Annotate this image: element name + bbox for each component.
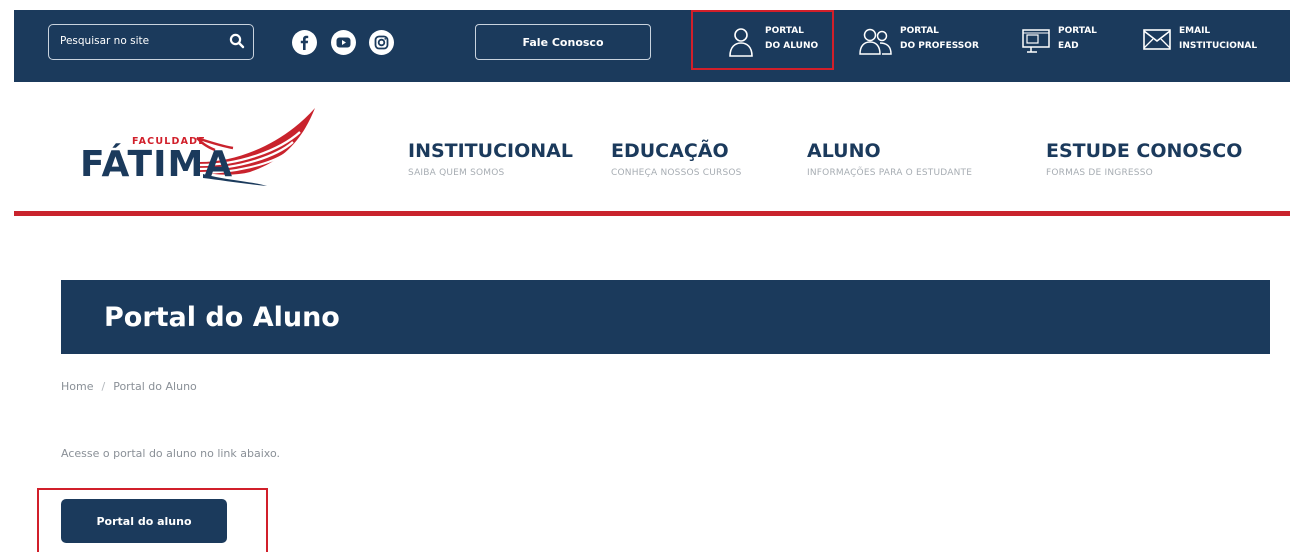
breadcrumb-home[interactable]: Home <box>61 380 93 393</box>
nav-educacao-subtitle: CONHEÇA NOSSOS CURSOS <box>611 168 742 178</box>
search-box[interactable]: Pesquisar no site <box>48 24 254 60</box>
youtube-icon[interactable] <box>331 30 356 55</box>
breadcrumb-current: Portal do Aluno <box>113 380 197 393</box>
page-title: Portal do Aluno <box>104 302 340 333</box>
fale-conosco-button[interactable]: Fale Conosco <box>475 24 651 60</box>
nav-aluno[interactable]: ALUNO INFORMAÇÕES PARA O ESTUDANTE <box>807 140 972 178</box>
portal-ead-line2: EAD <box>1058 41 1079 51</box>
email-line2: INSTITUCIONAL <box>1179 41 1258 51</box>
search-icon[interactable] <box>228 32 246 50</box>
header-divider <box>14 211 1290 216</box>
email-line1: EMAIL <box>1179 26 1211 36</box>
nav-aluno-title: ALUNO <box>807 140 881 162</box>
nav-institucional[interactable]: INSTITUCIONAL SAIBA QUEM SOMOS <box>408 140 573 178</box>
logo[interactable]: FACULDADE FÁTIMA <box>80 102 320 192</box>
intro-text: Acesse o portal do aluno no link abaixo. <box>61 447 280 460</box>
email-institucional-link[interactable]: EMAIL INSTITUCIONAL <box>1142 22 1280 66</box>
portal-ead-link[interactable]: PORTAL EAD <box>1021 22 1116 66</box>
breadcrumb: Home / Portal do Aluno <box>61 380 197 393</box>
professor-icon <box>859 28 892 55</box>
mail-icon <box>1143 29 1171 50</box>
page-title-banner: Portal do Aluno <box>61 280 1270 354</box>
nav-institucional-subtitle: SAIBA QUEM SOMOS <box>408 168 505 178</box>
portal-professor-link[interactable]: PORTAL DO PROFESSOR <box>859 22 994 66</box>
breadcrumb-separator: / <box>101 380 106 393</box>
portal-professor-line1: PORTAL <box>900 26 939 36</box>
portal-professor-line2: DO PROFESSOR <box>900 41 979 51</box>
top-bar: Pesquisar no site Fale Conosco PORTAL DO <box>14 10 1290 82</box>
portal-ead-line1: PORTAL <box>1058 26 1097 36</box>
search-input[interactable]: Pesquisar no site <box>60 35 149 47</box>
nav-educacao[interactable]: EDUCAÇÃO CONHEÇA NOSSOS CURSOS <box>611 140 742 178</box>
ead-icon <box>1022 29 1050 53</box>
nav-educacao-title: EDUCAÇÃO <box>611 140 729 162</box>
nav-aluno-subtitle: INFORMAÇÕES PARA O ESTUDANTE <box>807 168 973 178</box>
nav-estude-conosco-subtitle: FORMAS DE INGRESSO <box>1046 168 1153 178</box>
nav-estude-conosco-title: ESTUDE CONOSCO <box>1046 140 1243 162</box>
facebook-icon[interactable] <box>292 30 317 55</box>
portal-aluno-highlight-box <box>691 10 834 70</box>
portal-do-aluno-button[interactable]: Portal do aluno <box>61 499 227 543</box>
nav-institucional-title: INSTITUCIONAL <box>408 140 573 162</box>
logo-fatima-text: FÁTIMA <box>80 144 234 185</box>
instagram-icon[interactable] <box>369 30 394 55</box>
nav-estude-conosco[interactable]: ESTUDE CONOSCO FORMAS DE INGRESSO <box>1046 140 1242 178</box>
